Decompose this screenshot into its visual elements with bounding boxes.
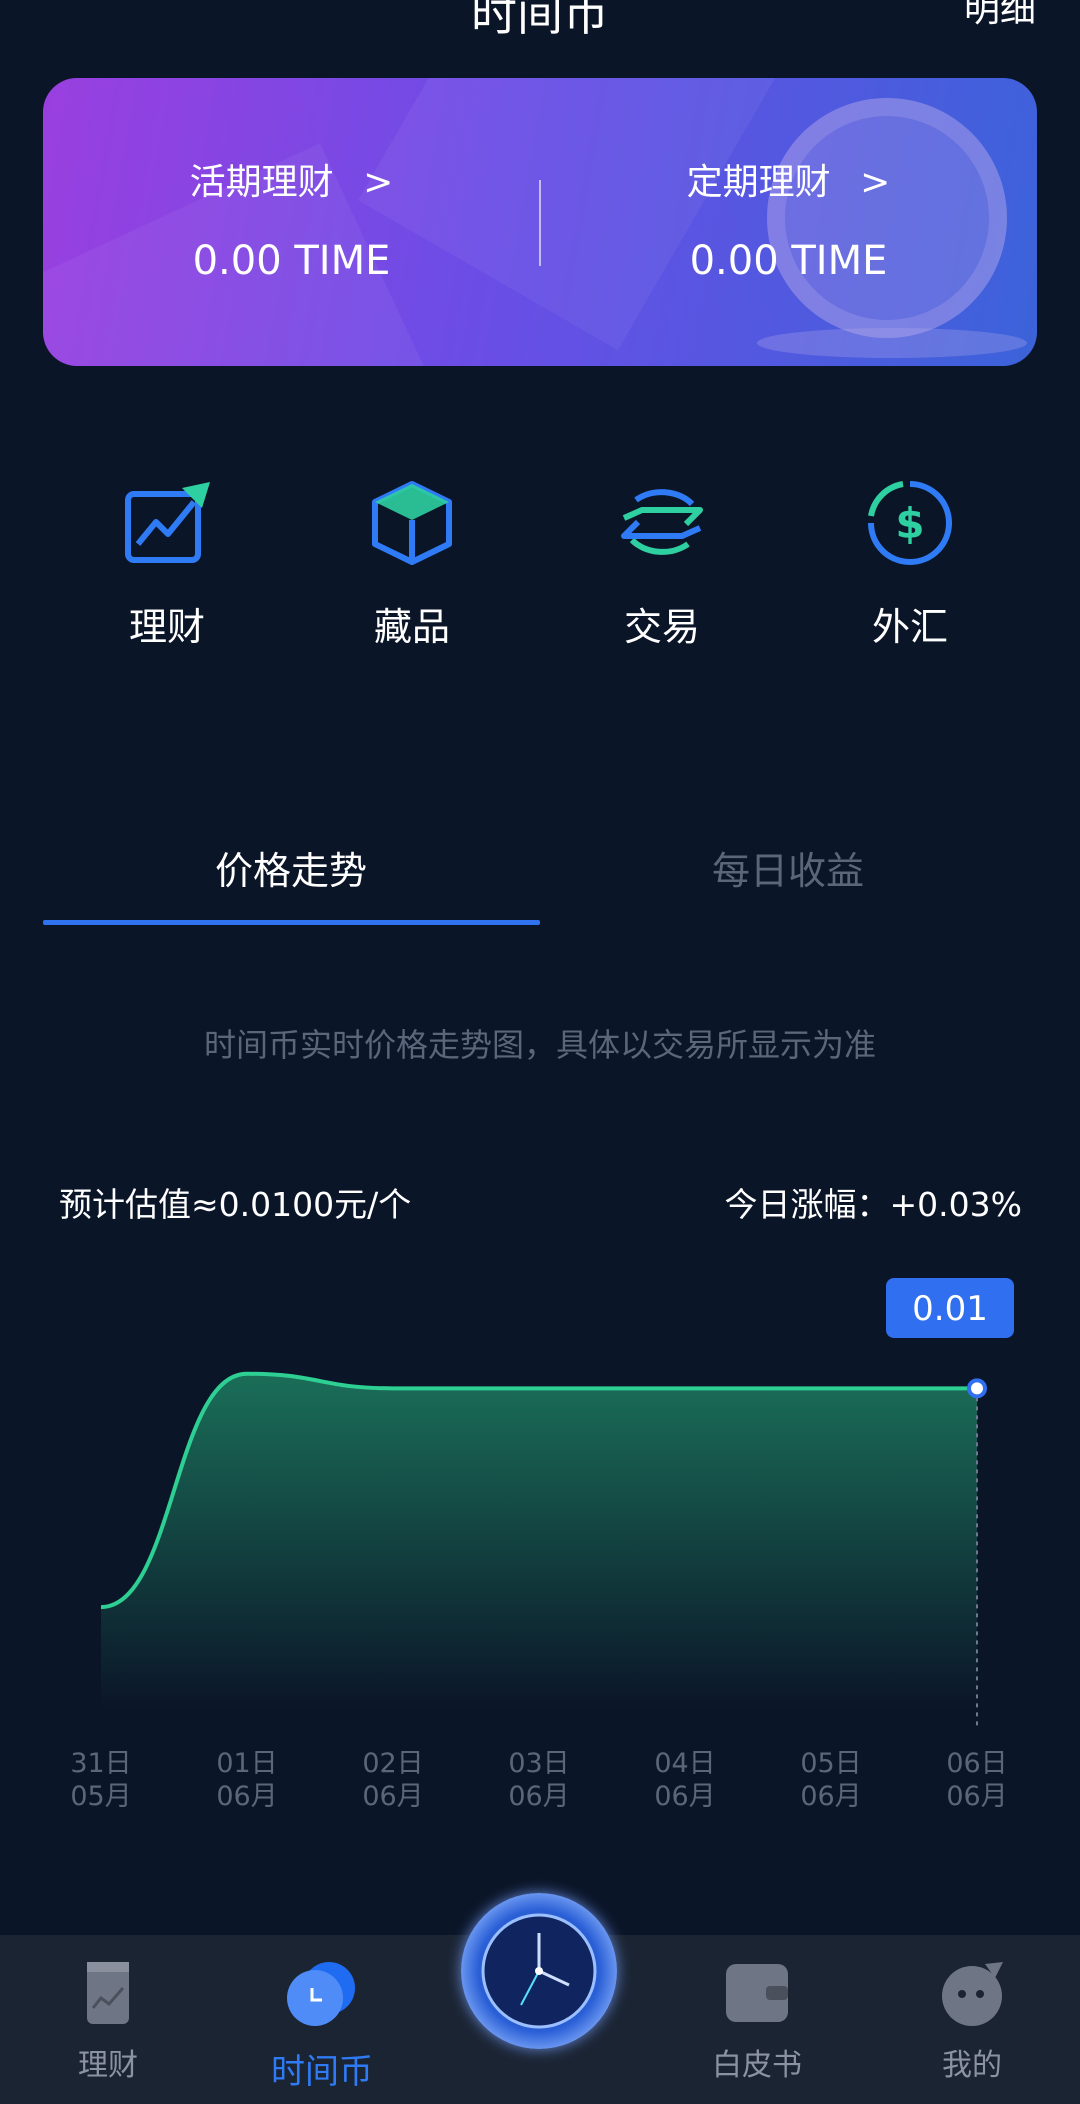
chart-note: 时间币实时价格走势图，具体以交易所显示为准 (203, 1026, 876, 1064)
x-tick-label: 06月 (216, 1781, 277, 1812)
nav-label-finance: 理财 (128, 605, 205, 649)
nav-label-forex: 外汇 (871, 605, 948, 649)
finance-jar-icon (87, 1962, 129, 2024)
x-tick-label: 31日 (70, 1748, 131, 1779)
bottom-tab-timecoin[interactable]: 时间币 (242, 1958, 402, 2093)
nav-item-finance[interactable]: 理财 (67, 478, 267, 658)
nav-label-trade: 交易 (623, 605, 700, 649)
estimated-value: 预计估值≈0.0100元/个 (59, 1185, 412, 1224)
x-tick-label: 06日 (946, 1748, 1007, 1779)
bottom-tab-mine[interactable]: 我的 (892, 1958, 1052, 2084)
card-divider (539, 180, 541, 266)
chevron-right-icon: > (363, 162, 394, 203)
bottom-tab-label: 时间币 (271, 2052, 373, 2092)
x-tick-label: 05日 (800, 1748, 861, 1779)
chart-area (101, 1373, 977, 1710)
tab-daily-earnings[interactable]: 每日收益 (540, 840, 1036, 895)
center-clock-button[interactable] (461, 1893, 617, 2049)
tab-price-trend[interactable]: 价格走势 (43, 840, 539, 895)
x-tick-label: 06月 (362, 1781, 423, 1812)
dollar-icon: $ (868, 481, 952, 565)
bottom-tab-whitepaper[interactable]: 白皮书 (677, 1958, 837, 2084)
x-tick-label: 01日 (216, 1748, 277, 1779)
tab-active-indicator (43, 920, 540, 925)
profile-face-icon (942, 1962, 1003, 2026)
bottom-tab-label: 理财 (78, 2048, 138, 2083)
chart-tooltip: 0.01 (886, 1278, 1014, 1338)
demand-savings-section[interactable]: 活期理财 > 0.00 TIME (43, 78, 540, 366)
fixed-savings-section[interactable]: 定期理财 > 0.00 TIME (540, 78, 1037, 366)
balance-card: 活期理财 > 0.00 TIME 定期理财 > 0.00 TIME (43, 78, 1037, 366)
cube-icon (372, 481, 452, 565)
tooltip-value: 0.01 (912, 1289, 988, 1329)
nav-item-trade[interactable]: 交易 (562, 478, 762, 658)
nav-label-collectibles: 藏品 (373, 605, 450, 649)
wallet-icon (726, 1964, 788, 2022)
demand-savings-label: 活期理财 (189, 162, 334, 203)
x-tick-label: 02日 (362, 1748, 423, 1779)
coin-icon (287, 1962, 355, 2026)
nav-item-collectibles[interactable]: 藏品 (312, 478, 512, 658)
x-tick-label: 06月 (800, 1781, 861, 1812)
bottom-tab-label: 我的 (942, 2048, 1002, 2083)
chart-up-icon (125, 482, 210, 563)
x-tick-label: 03日 (508, 1748, 569, 1779)
bottom-tab-finance[interactable]: 理财 (28, 1958, 188, 2084)
detail-link[interactable]: 明细 (964, 0, 1036, 32)
bottom-tab-label: 白皮书 (712, 2048, 802, 2083)
price-chart: 0.01 31日05月01日06月02日06月03日06月04日06月05日06… (70, 1278, 1014, 1812)
x-tick-label: 04日 (654, 1748, 715, 1779)
chart-point (967, 1378, 987, 1399)
x-tick-label: 06月 (654, 1781, 715, 1812)
x-tick-label: 05月 (70, 1781, 131, 1812)
x-tick-label: 06月 (946, 1781, 1007, 1812)
demand-savings-value: 0.00 TIME (192, 238, 391, 284)
page-title: 时间币 (471, 0, 609, 41)
svg-text:$: $ (895, 499, 924, 548)
clock-icon (481, 1913, 597, 2029)
fixed-savings-label: 定期理财 (686, 162, 831, 203)
chevron-right-icon: > (860, 162, 891, 203)
nav-item-forex[interactable]: $ 外汇 (810, 478, 1010, 658)
x-tick-label: 06月 (508, 1781, 569, 1812)
exchange-icon (621, 489, 703, 555)
today-change: 今日涨幅：+0.03% (724, 1185, 1022, 1224)
fixed-savings-value: 0.00 TIME (689, 238, 888, 284)
